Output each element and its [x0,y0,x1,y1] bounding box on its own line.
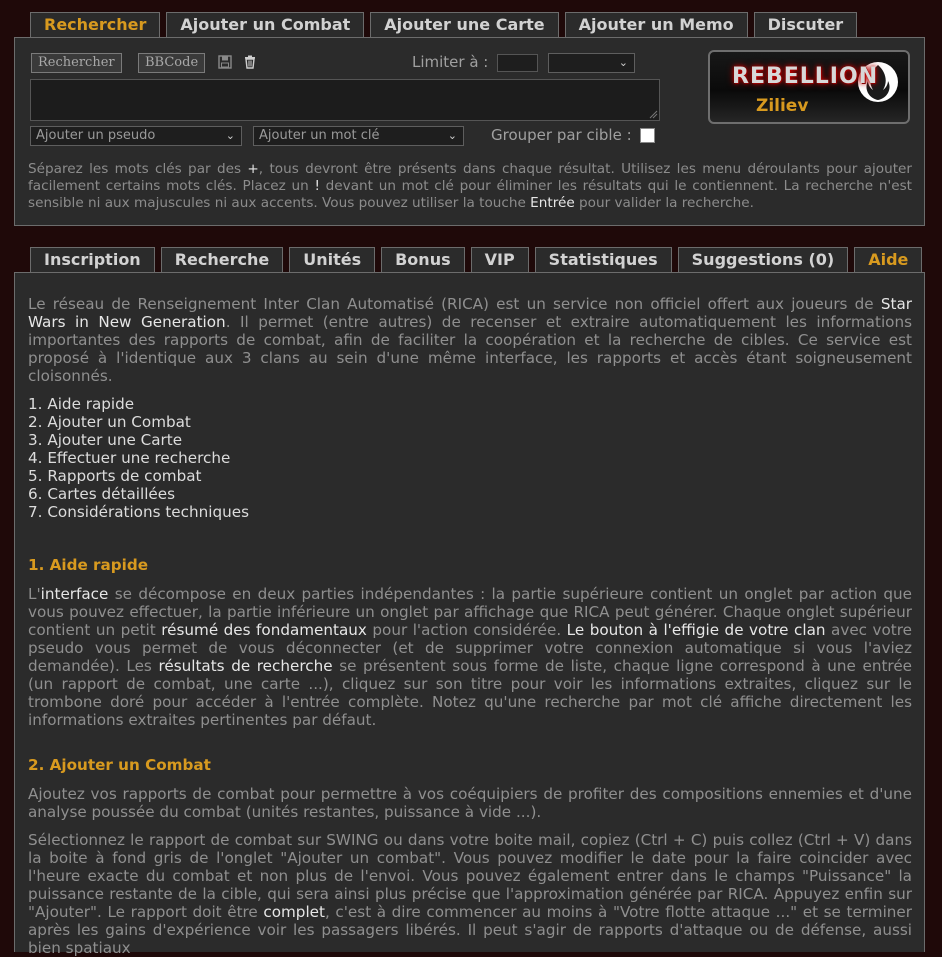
chevron-down-icon: ⌄ [447,129,457,142]
tab-ajouter-combat[interactable]: Ajouter un Combat [166,12,365,37]
keyword-select-label: Ajouter un mot clé [259,128,380,143]
aide-toc: 1. Aide rapide 2. Ajouter un Combat 3. A… [28,395,249,521]
trash-icon[interactable] [243,55,257,73]
toc-item[interactable]: 4. Effectuer une recherche [28,449,249,467]
tab-vip[interactable]: VIP [470,247,529,272]
tab-statistiques[interactable]: Statistiques [534,247,672,272]
limit-unit-select[interactable]: ⌄ [548,53,635,73]
tab-bonus[interactable]: Bonus [381,247,465,272]
user-pseudo: Ziliev [756,96,809,116]
tab-aide[interactable]: Aide [854,247,923,273]
group-label: Grouper par cible : [491,126,632,144]
tab-suggestions[interactable]: Suggestions (0) [677,247,849,272]
bbcode-button[interactable]: BBCode [138,53,206,73]
tab-discuter[interactable]: Discuter [753,12,858,37]
clan-logout-button[interactable]: REBELLION Ziliev [708,50,910,124]
tab-rechercher[interactable]: Rechercher [30,12,161,38]
toc-item[interactable]: 3. Ajouter une Carte [28,431,249,449]
search-help-text: Séparez les mots clés par des +, tous de… [28,161,913,211]
aide-rapide-text: L'interface se décompose en deux parties… [28,585,913,729]
view-tabs: Inscription Recherche Unités Bonus VIP S… [30,247,923,273]
clan-name: REBELLION [732,64,879,89]
chevron-down-icon: ⌄ [225,129,235,142]
save-icon[interactable] [218,55,232,73]
limit-input[interactable] [497,54,538,72]
tab-recherche[interactable]: Recherche [160,247,284,272]
toc-item[interactable]: 6. Cartes détaillées [28,485,249,503]
toc-item[interactable]: 1. Aide rapide [28,395,249,413]
chevron-down-icon: ⌄ [618,56,628,69]
tab-inscription[interactable]: Inscription [30,247,155,272]
search-textarea[interactable] [30,79,660,121]
keyword-select[interactable]: Ajouter un mot clé ⌄ [253,126,464,146]
toc-item[interactable]: 7. Considérations techniques [28,503,249,521]
action-tabs: Rechercher Ajouter un Combat Ajouter une… [30,12,858,38]
rechercher-button[interactable]: Rechercher [31,53,122,73]
aide-intro: Le réseau de Renseignement Inter Clan Au… [28,295,912,385]
group-checkbox[interactable] [640,128,655,143]
tab-unites[interactable]: Unités [289,247,376,272]
tab-ajouter-memo[interactable]: Ajouter un Memo [564,12,748,37]
toc-item[interactable]: 5. Rapports de combat [28,467,249,485]
ajouter-combat-p1: Ajoutez vos rapports de combat pour perm… [28,785,912,821]
pseudo-select-label: Ajouter un pseudo [36,128,156,143]
section-title-aide-rapide: 1. Aide rapide [28,556,149,574]
section-title-ajouter-combat: 2. Ajouter un Combat [28,756,211,774]
ajouter-combat-p2: Sélectionnez le rapport de combat sur SW… [28,831,913,957]
toc-item[interactable]: 2. Ajouter un Combat [28,413,249,431]
pseudo-select[interactable]: Ajouter un pseudo ⌄ [30,126,242,146]
tab-ajouter-carte[interactable]: Ajouter une Carte [370,12,559,37]
limit-label: Limiter à : [412,53,489,71]
